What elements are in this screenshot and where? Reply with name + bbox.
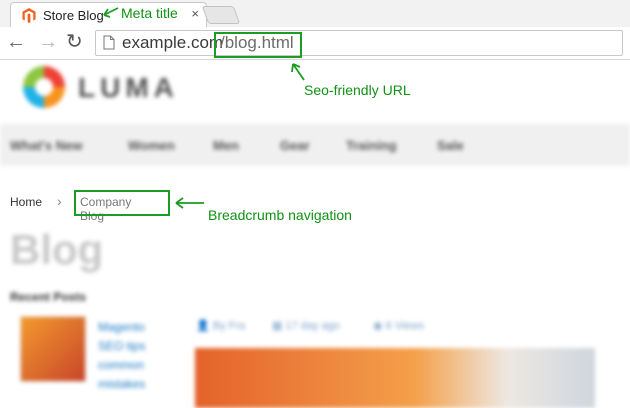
seo-url-annotation: Seo-friendly URL xyxy=(304,82,411,98)
page-content: LUMA What's New Women Men Gear Training … xyxy=(0,60,630,408)
main-menu: What's New Women Men Gear Training Sale xyxy=(0,124,630,166)
menu-item-whats-new[interactable]: What's New xyxy=(10,138,82,153)
breadcrumb-home-link[interactable]: Home xyxy=(10,195,42,209)
menu-item-women[interactable]: Women xyxy=(128,138,175,153)
post-link-line[interactable]: SEO tips xyxy=(98,339,145,353)
new-tab-button[interactable] xyxy=(201,6,241,24)
forward-arrow-icon[interactable]: → xyxy=(38,31,58,53)
address-bar[interactable]: example.com /blog.html xyxy=(95,30,623,56)
user-icon: 👤 xyxy=(196,320,210,332)
url-path-highlight xyxy=(214,32,302,58)
page-title: Blog xyxy=(10,226,104,273)
date-meta: ▦ 17 day ago xyxy=(272,319,340,332)
luma-logo-icon[interactable] xyxy=(23,66,65,108)
views-meta: ◉ 6 Views xyxy=(373,319,424,332)
seo-url-arrow-icon xyxy=(291,63,305,81)
menu-item-sale[interactable]: Sale xyxy=(437,138,464,153)
browser-toolbar: ← → ↻ example.com /blog.html xyxy=(0,27,630,60)
author-text[interactable]: By Fra xyxy=(213,320,245,332)
post-thumbnail[interactable] xyxy=(20,316,86,382)
author-meta: 👤 By Fra xyxy=(196,319,245,332)
menu-item-gear[interactable]: Gear xyxy=(280,138,310,153)
meta-title-arrow-icon xyxy=(103,7,119,18)
breadcrumb-arrow-icon xyxy=(175,197,204,209)
post-hero-image[interactable] xyxy=(195,348,595,408)
post-link-line[interactable]: mistakes xyxy=(98,377,145,391)
meta-title-annotation: Meta title xyxy=(121,5,178,21)
tab-close-icon[interactable]: × xyxy=(191,6,199,21)
reload-icon[interactable]: ↻ xyxy=(66,31,83,53)
views-text: 6 Views xyxy=(385,320,424,332)
menu-item-training[interactable]: Training xyxy=(346,138,397,153)
recent-posts-heading: Recent Posts xyxy=(10,290,87,304)
back-arrow-icon[interactable]: ← xyxy=(6,31,26,53)
date-text: 17 day ago xyxy=(285,320,340,332)
breadcrumb-annotation: Breadcrumb navigation xyxy=(208,207,352,223)
breadcrumb-highlight xyxy=(74,190,170,216)
calendar-icon: ▦ xyxy=(272,320,283,332)
url-host: example.com xyxy=(122,33,224,52)
menu-item-men[interactable]: Men xyxy=(213,138,239,153)
logo-text[interactable]: LUMA xyxy=(78,72,179,104)
eye-icon: ◉ xyxy=(373,320,383,332)
breadcrumb-separator-icon: › xyxy=(57,193,62,209)
post-link-line[interactable]: common xyxy=(98,358,144,372)
page-icon xyxy=(103,35,115,50)
post-link-line[interactable]: Magento xyxy=(98,320,145,334)
